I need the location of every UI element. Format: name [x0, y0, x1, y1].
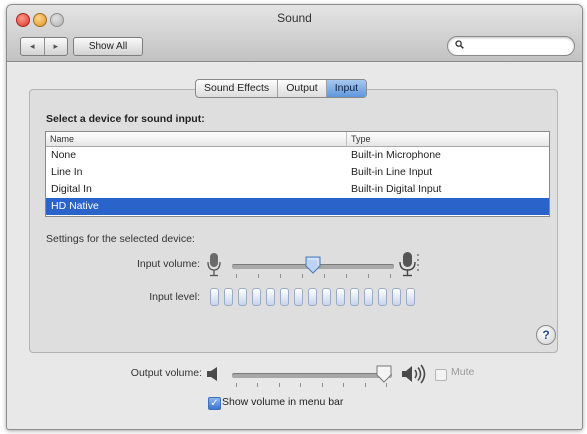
mute-label: Mute	[451, 366, 475, 378]
device-name: Line In	[51, 166, 83, 178]
table-row[interactable]: Digital In Built-in Digital Input	[46, 181, 549, 198]
slider-tick	[257, 383, 258, 387]
slider-tick	[280, 274, 281, 278]
input-level-segment	[322, 288, 331, 306]
tab-sound-effects[interactable]: Sound Effects	[196, 80, 277, 97]
show-volume-in-menu-bar-label: Show volume in menu bar	[222, 396, 344, 408]
slider-tick	[279, 383, 280, 387]
slider-tick	[368, 274, 369, 278]
slider-tick	[236, 383, 237, 387]
output-volume-label: Output volume:	[130, 367, 202, 379]
show-all-button[interactable]: Show All	[73, 37, 143, 56]
speaker-high-icon	[401, 364, 429, 384]
input-level-segment	[280, 288, 289, 306]
slider-tick	[322, 383, 323, 387]
input-volume-label: Input volume:	[136, 258, 200, 270]
input-device-table: Name Type None Built-in Microphone Line …	[45, 131, 550, 217]
forward-button[interactable]: ▸	[43, 38, 68, 55]
table-row-selected[interactable]: HD Native	[46, 198, 549, 215]
slider-tick	[386, 383, 387, 387]
input-level-segment	[294, 288, 303, 306]
device-type: Built-in Line Input	[351, 166, 433, 178]
input-level-segment	[392, 288, 401, 306]
mute-checkbox[interactable]	[435, 369, 447, 381]
device-type: Built-in Microphone	[351, 149, 441, 161]
input-level-segment	[364, 288, 373, 306]
device-name: Digital In	[51, 183, 92, 195]
slider-tick	[236, 274, 237, 278]
column-header-type[interactable]: Type	[347, 132, 371, 146]
title-bar: Sound ◂ ▸ Show All	[7, 5, 582, 62]
input-level-segment	[350, 288, 359, 306]
output-volume-slider-thumb[interactable]	[376, 365, 392, 383]
device-name: HD Native	[51, 200, 99, 212]
output-volume-ticks	[236, 383, 387, 387]
slider-tick	[343, 383, 344, 387]
output-volume-slider[interactable]	[232, 373, 392, 378]
slider-tick	[324, 274, 325, 278]
input-level-segment	[210, 288, 219, 306]
table-row[interactable]: None Built-in Microphone	[46, 147, 549, 164]
column-header-name[interactable]: Name	[46, 132, 347, 146]
slider-tick	[258, 274, 259, 278]
input-level-segment	[252, 288, 261, 306]
microphone-low-icon	[205, 252, 223, 278]
input-level-segment	[336, 288, 345, 306]
preference-tabs: Sound Effects Output Input	[195, 79, 368, 98]
help-button[interactable]: ?	[536, 325, 556, 345]
slider-tick	[390, 274, 391, 278]
slider-tick	[346, 274, 347, 278]
device-type: Built-in Digital Input	[351, 183, 442, 195]
microphone-high-icon	[398, 251, 420, 279]
input-level-segment	[238, 288, 247, 306]
input-level-segment	[266, 288, 275, 306]
device-name: None	[51, 149, 77, 161]
tab-output[interactable]: Output	[277, 80, 326, 97]
input-volume-ticks	[236, 274, 391, 278]
window-title: Sound	[277, 11, 312, 25]
back-button[interactable]: ◂	[21, 38, 44, 55]
device-type	[347, 198, 351, 215]
input-level-label: Input level:	[149, 291, 200, 303]
input-level-segment	[308, 288, 317, 306]
input-tab-panel	[29, 89, 558, 353]
back-forward-control: ◂ ▸	[20, 37, 68, 56]
slider-tick	[365, 383, 366, 387]
show-volume-in-menu-bar-checkbox[interactable]: ✓	[208, 397, 221, 410]
tab-input[interactable]: Input	[325, 80, 367, 97]
settings-label: Settings for the selected device:	[46, 233, 195, 245]
search-field[interactable]	[447, 36, 575, 56]
slider-tick	[302, 274, 303, 278]
slider-tick	[300, 383, 301, 387]
input-level-segment	[406, 288, 415, 306]
input-volume-slider-thumb[interactable]	[305, 256, 321, 274]
select-device-label: Select a device for sound input:	[46, 113, 205, 125]
search-icon	[455, 40, 464, 52]
table-row[interactable]: Line In Built-in Line Input	[46, 164, 549, 181]
speaker-low-icon	[206, 366, 220, 382]
input-level-segment	[378, 288, 387, 306]
table-header: Name Type	[46, 132, 549, 147]
input-level-segment	[224, 288, 233, 306]
